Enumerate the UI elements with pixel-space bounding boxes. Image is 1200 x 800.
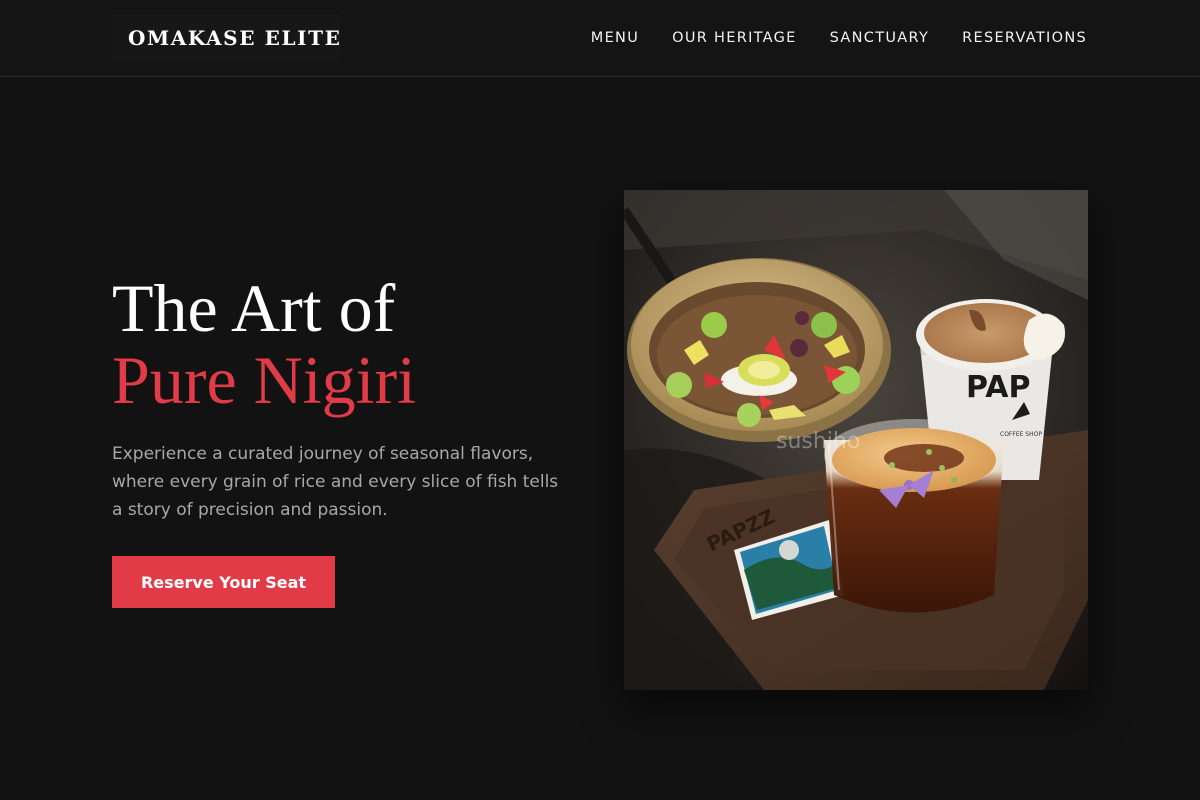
- cup-brand-text: PAP: [966, 370, 1030, 405]
- site-header: OMAKASE ELITE MENU OUR HERITAGE SANCTUAR…: [0, 0, 1200, 77]
- reserve-seat-button[interactable]: Reserve Your Seat: [112, 556, 335, 608]
- cup-subtext: COFFEE SHOP: [1000, 431, 1042, 438]
- hero-title-line2: Pure Nigiri: [112, 342, 417, 418]
- hero-title-line1: The Art of: [112, 270, 396, 346]
- nav-sanctuary[interactable]: SANCTUARY: [830, 30, 929, 46]
- nav-menu[interactable]: MENU: [591, 30, 639, 46]
- logo-container[interactable]: OMAKASE ELITE: [112, 14, 340, 62]
- hero-title: The Art of Pure Nigiri: [112, 272, 416, 416]
- nav-reservations[interactable]: RESERVATIONS: [962, 30, 1087, 46]
- hero-description: Experience a curated journey of seasonal…: [112, 444, 559, 520]
- main-nav: MENU OUR HERITAGE SANCTUARY RESERVATIONS: [591, 0, 1087, 76]
- hero-food-photo: PAPZZ PAP COFFEE SHOP sushiho: [624, 190, 1088, 690]
- image-watermark: sushiho: [776, 429, 860, 454]
- nav-our-heritage[interactable]: OUR HERITAGE: [672, 30, 797, 46]
- logo[interactable]: OMAKASE ELITE: [128, 26, 341, 50]
